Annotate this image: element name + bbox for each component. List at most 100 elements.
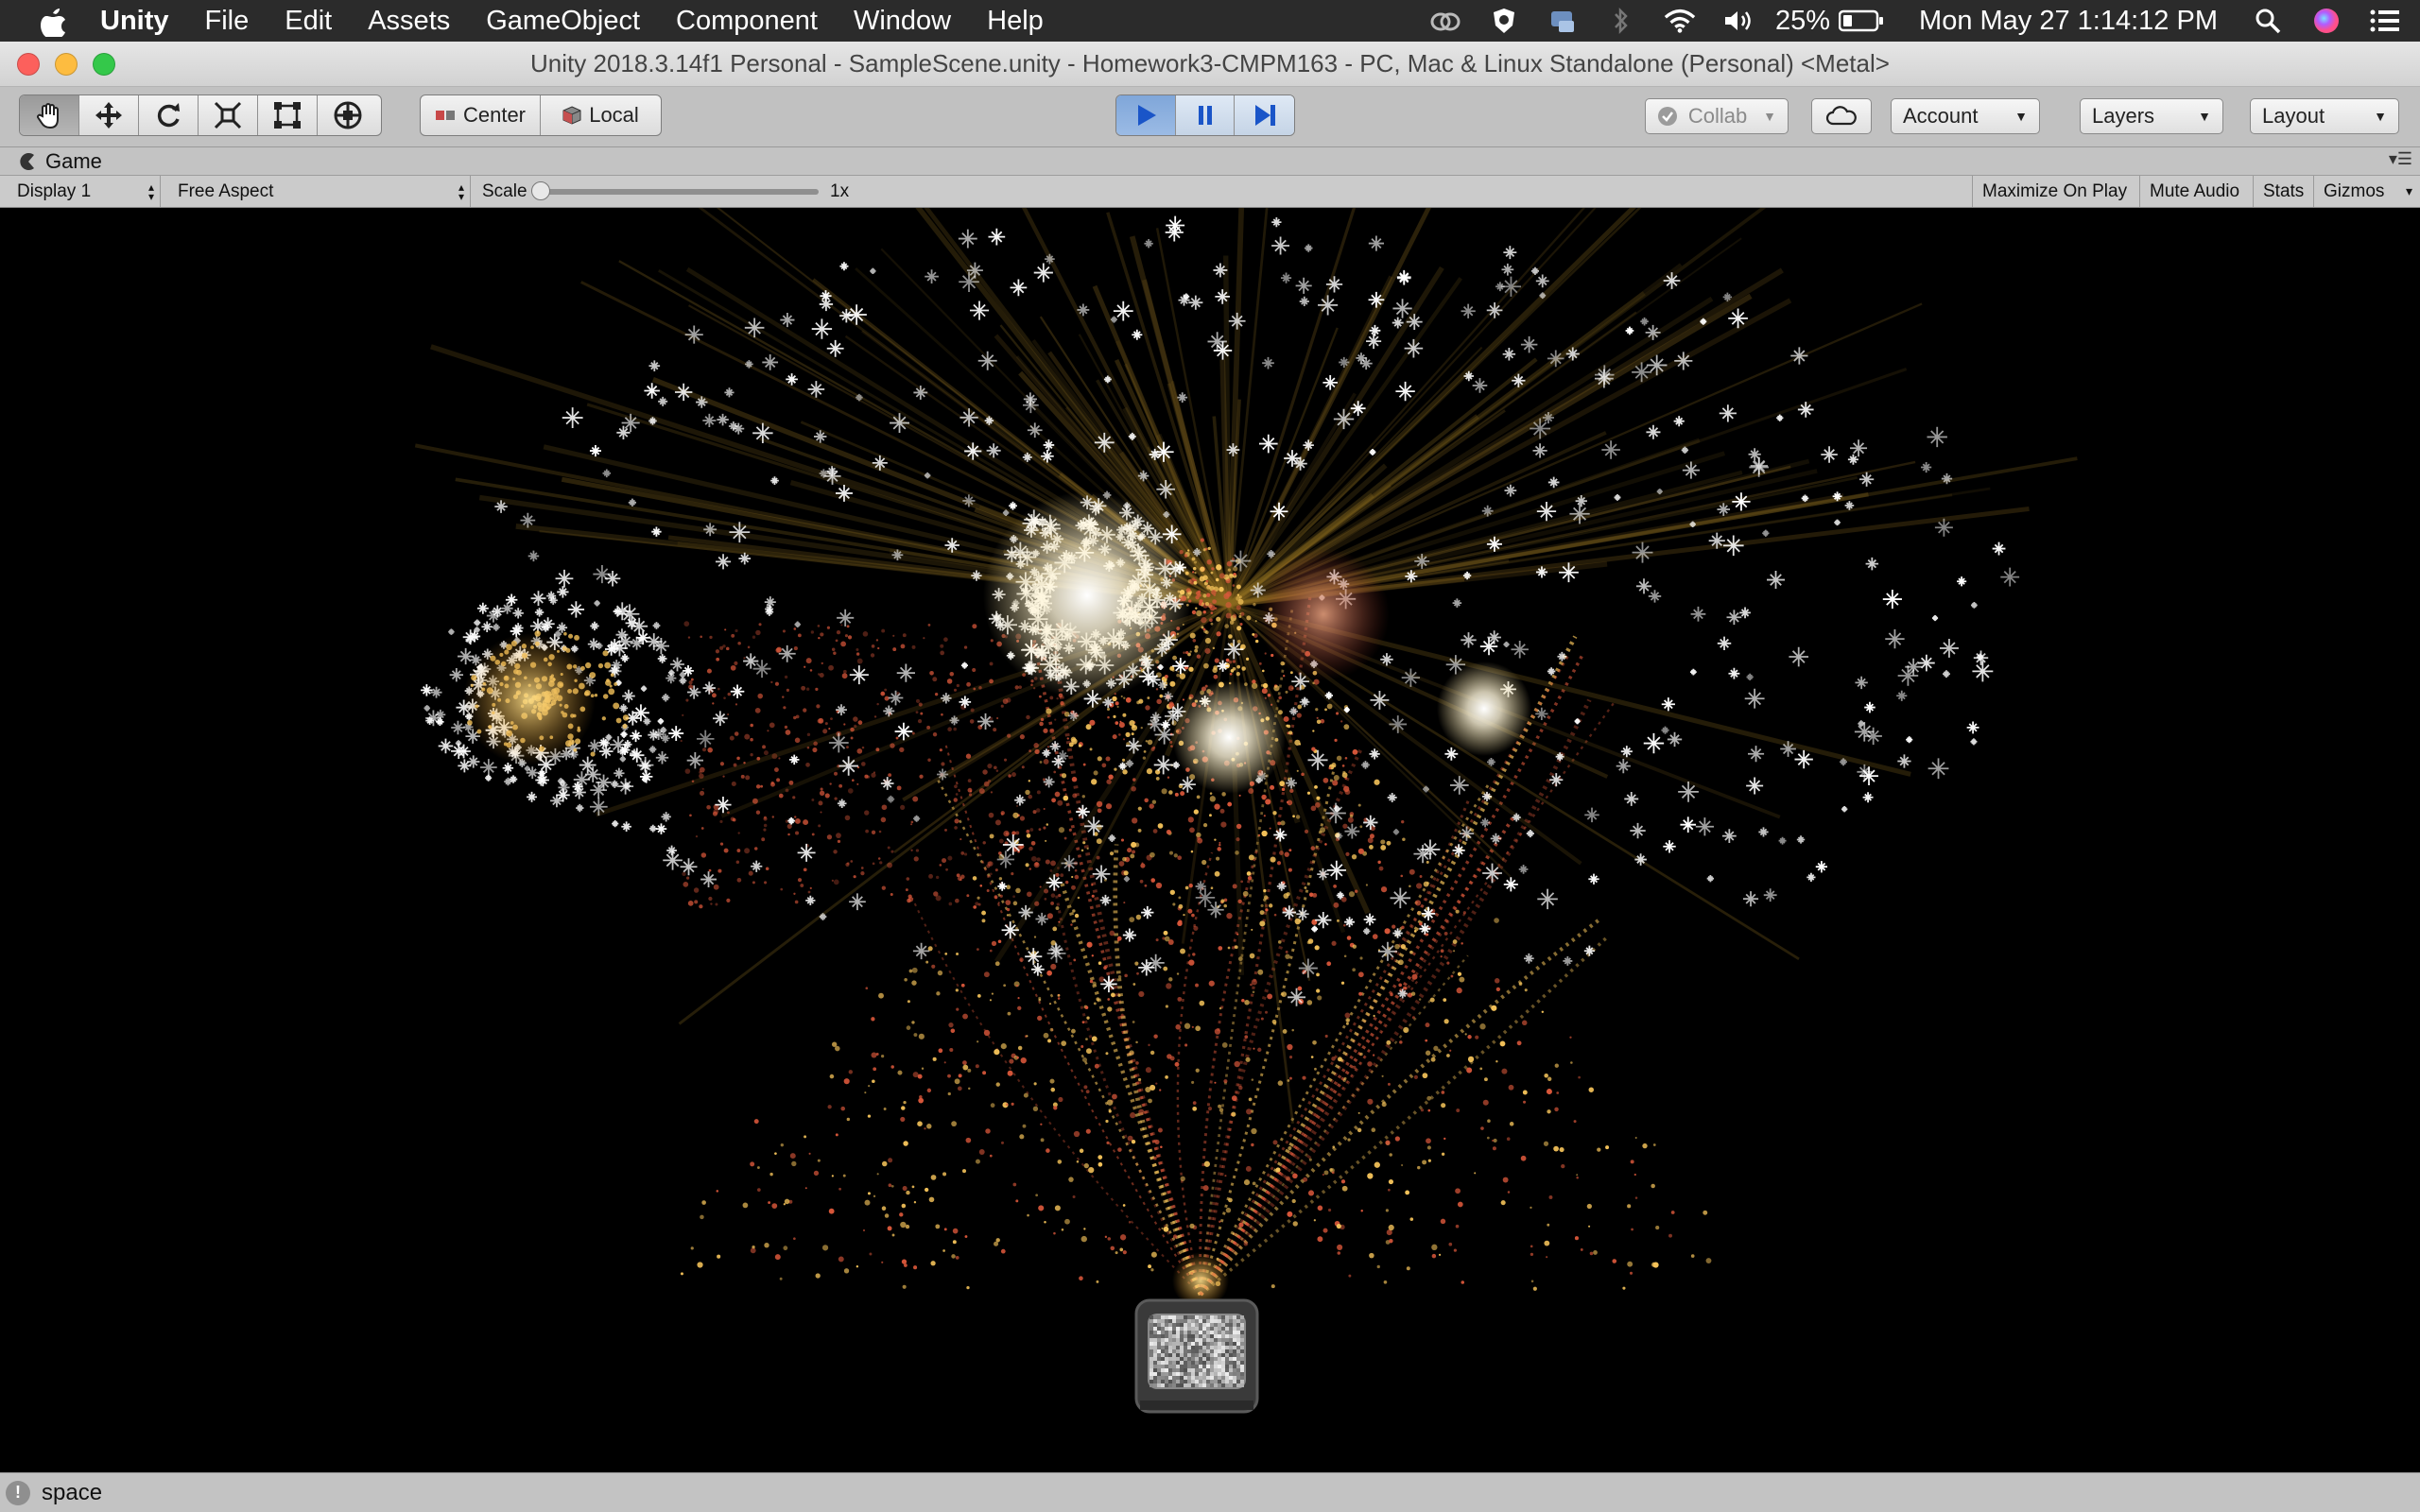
game-viewport[interactable]	[0, 208, 2420, 1472]
gizmos-dropdown[interactable]: Gizmos ▾	[2314, 176, 2420, 207]
pause-button[interactable]	[1175, 95, 1236, 135]
window-titlebar: Unity 2018.3.14f1 Personal - SampleScene…	[0, 42, 2420, 87]
pivot-center-icon	[435, 111, 455, 120]
game-tab-header: Game ▾☰	[0, 147, 2420, 176]
menu-edit[interactable]: Edit	[285, 6, 332, 37]
scale-slider-track[interactable]	[541, 189, 819, 195]
menu-help[interactable]: Help	[987, 6, 1044, 37]
account-dropdown[interactable]: Account ▼	[1891, 98, 2040, 134]
menu-assets[interactable]: Assets	[368, 6, 450, 37]
move-tool-button[interactable]	[79, 95, 139, 135]
transform-tools	[19, 94, 382, 136]
vpn-icon[interactable]	[1547, 5, 1579, 37]
layers-label: Layers	[2092, 104, 2155, 128]
shield-icon[interactable]	[1488, 5, 1520, 37]
unity-toolbar: Center Local Collab ▼ Account ▼ Layers ▼…	[0, 87, 2420, 147]
chevron-down-icon: ▾	[2405, 183, 2412, 198]
transform-tool-button[interactable]	[318, 95, 377, 135]
fireworks-render	[414, 208, 2078, 1414]
cube-icon	[562, 106, 581, 125]
volume-icon[interactable]	[1722, 5, 1754, 37]
rect-tool-button[interactable]	[258, 95, 318, 135]
scale-label: Scale	[482, 180, 527, 201]
updown-arrow-icon: ▴ ▾	[458, 180, 464, 203]
display-dropdown[interactable]: Display 1 ▴ ▾	[0, 176, 161, 207]
menubar-status-area: 25% Mon May 27 1:14:12 PM	[1403, 0, 2401, 42]
game-controller-icon	[20, 152, 34, 170]
layout-dropdown[interactable]: Layout ▼	[2250, 98, 2399, 134]
menu-component[interactable]: Component	[676, 6, 818, 37]
tab-menu-icon[interactable]: ▾☰	[2389, 149, 2412, 169]
transform-icon	[334, 101, 361, 129]
notification-center-icon[interactable]	[2369, 5, 2401, 37]
game-view-controls: Display 1 ▴ ▾ Free Aspect ▴ ▾ Scale 1x Max…	[0, 176, 2420, 208]
hand-icon	[37, 103, 59, 129]
pivot-local-button[interactable]: Local	[541, 95, 661, 135]
mac-menubar: Unity File Edit Assets GameObject Compon…	[0, 0, 2420, 42]
status-message: space	[42, 1479, 103, 1505]
collab-dropdown[interactable]: Collab ▼	[1645, 98, 1789, 134]
pivot-center-button[interactable]: Center	[421, 95, 541, 135]
play-button[interactable]	[1116, 95, 1176, 135]
stats-label: Stats	[2263, 180, 2305, 201]
menu-gameobject[interactable]: GameObject	[486, 6, 640, 37]
wifi-icon[interactable]	[1664, 5, 1696, 37]
tab-game[interactable]: Game	[19, 149, 102, 174]
pivot-local-label: Local	[589, 103, 639, 127]
aspect-label: Free Aspect	[178, 180, 274, 201]
play-controls	[1115, 94, 1295, 136]
scale-value: 1x	[830, 181, 850, 201]
scale-slider-handle[interactable]	[531, 181, 550, 200]
mute-audio-toggle[interactable]: Mute Audio	[2140, 176, 2254, 207]
spotlight-search-icon[interactable]	[2252, 5, 2284, 37]
menu-window[interactable]: Window	[854, 6, 951, 37]
tv-emitter-object	[1134, 1298, 1259, 1414]
creative-cloud-icon[interactable]	[1429, 5, 1461, 37]
display-label: Display 1	[17, 180, 92, 201]
aspect-dropdown[interactable]: Free Aspect ▴ ▾	[168, 176, 471, 207]
pivot-controls: Center Local	[420, 94, 662, 136]
chevron-down-icon: ▼	[2374, 109, 2387, 124]
layers-dropdown[interactable]: Layers ▼	[2080, 98, 2223, 134]
bluetooth-icon[interactable]	[1605, 5, 1637, 37]
gizmos-label: Gizmos	[2324, 180, 2385, 201]
apple-icon[interactable]	[34, 2, 72, 40]
stats-toggle[interactable]: Stats	[2254, 176, 2314, 207]
siri-icon[interactable]	[2310, 5, 2342, 37]
scale-icon	[214, 101, 242, 129]
menu-file[interactable]: File	[205, 6, 250, 37]
collab-label: Collab	[1687, 104, 1748, 128]
scale-tool-button[interactable]	[199, 95, 258, 135]
close-window-button[interactable]	[17, 53, 40, 76]
chevron-down-icon: ▼	[2014, 109, 2028, 124]
console-status-bar[interactable]: ! space	[0, 1472, 2420, 1512]
unity-screen: Unity File Edit Assets GameObject Compon…	[0, 0, 2420, 1512]
pivot-center-label: Center	[462, 103, 527, 127]
step-button[interactable]	[1235, 95, 1294, 135]
play-icon	[1137, 105, 1156, 126]
account-label: Account	[1903, 104, 1979, 128]
pause-icon	[1198, 106, 1212, 125]
minimize-window-button[interactable]	[55, 53, 78, 76]
window-title: Unity 2018.3.14f1 Personal - SampleScene…	[530, 49, 1890, 77]
mute-label: Mute Audio	[2150, 180, 2240, 201]
maximize-on-play-toggle[interactable]: Maximize On Play	[1972, 176, 2140, 207]
chevron-down-icon: ▼	[1763, 109, 1776, 124]
rotate-icon	[157, 103, 180, 128]
maximize-label: Maximize On Play	[1982, 180, 2128, 201]
cloud-button[interactable]	[1811, 98, 1872, 134]
menubar-clock[interactable]: Mon May 27 1:14:12 PM	[1919, 6, 2218, 37]
layout-label: Layout	[2262, 104, 2325, 128]
updown-arrow-icon: ▴ ▾	[147, 180, 154, 203]
battery-icon[interactable]	[1838, 5, 1885, 37]
hand-tool-button[interactable]	[20, 95, 79, 135]
menu-app-unity[interactable]: Unity	[100, 6, 169, 37]
checkmark-icon	[1658, 107, 1677, 126]
info-icon: !	[6, 1480, 30, 1505]
move-icon	[95, 102, 122, 129]
battery-percent: 25%	[1775, 5, 1831, 36]
rect-icon	[274, 102, 301, 129]
zoom-window-button[interactable]	[93, 53, 115, 76]
rotate-tool-button[interactable]	[139, 95, 199, 135]
step-icon	[1254, 105, 1275, 126]
